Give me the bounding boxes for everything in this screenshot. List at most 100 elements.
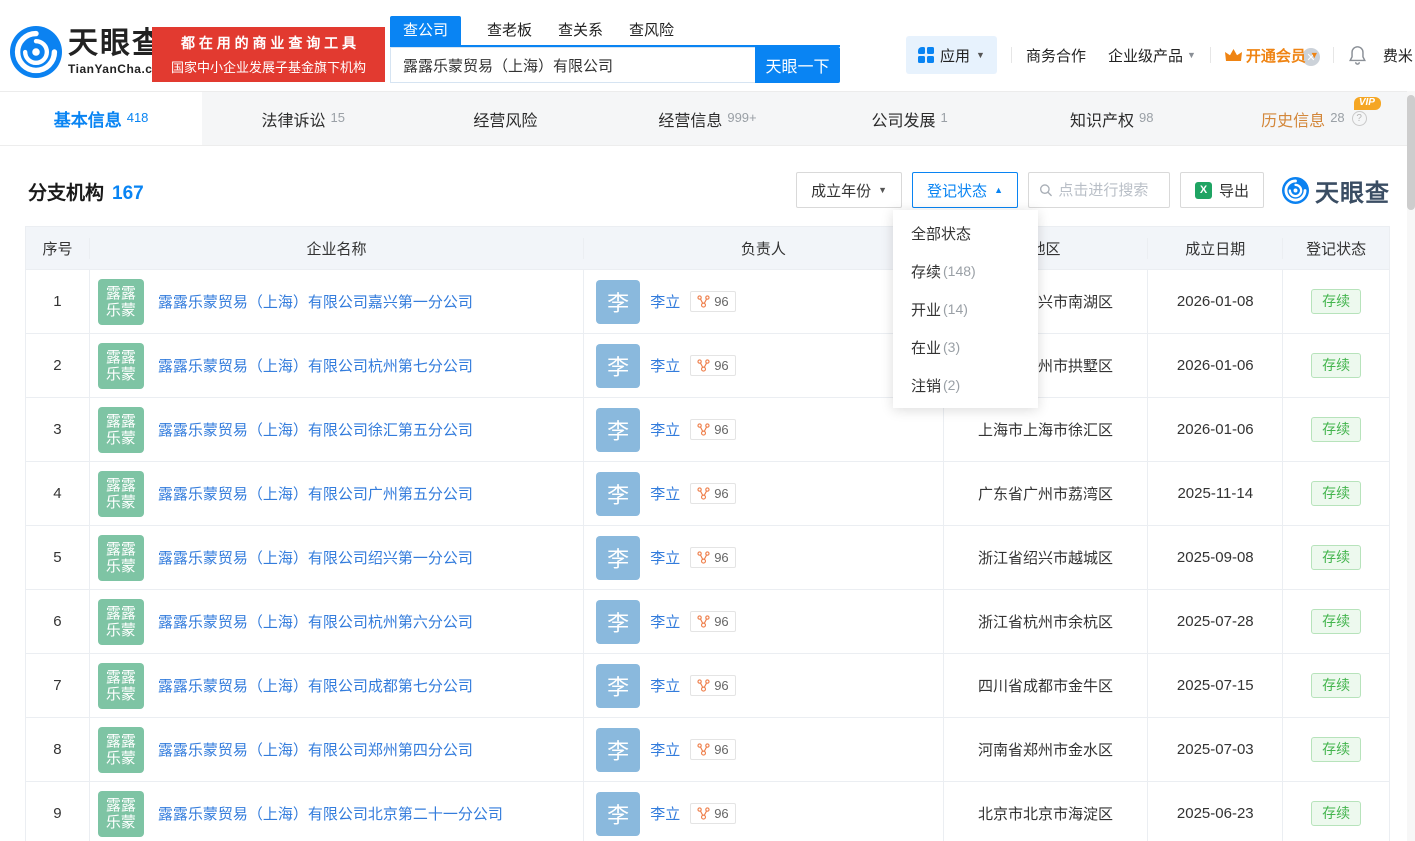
company-avatar[interactable]: 露露乐蒙 [97,726,144,773]
company-avatar[interactable]: 露露乐蒙 [97,342,144,389]
dropdown-item-count: (3) [943,339,961,355]
person-cell: 李 李立 96 [583,654,942,717]
company-avatar[interactable]: 露露乐蒙 [97,406,144,453]
year-filter-button[interactable]: 成立年份 ▼ [796,172,903,208]
company-cell: 露露乐蒙 露露乐蒙贸易（上海）有限公司郑州第四分公司 [88,718,583,781]
search-tab-risk[interactable]: 查风险 [629,16,674,45]
company-tabbar: 基本信息 418 法律诉讼 15 经营风险 经营信息 999+ 公司发展 1 知… [0,91,1415,146]
relationship-graph-chip[interactable]: 96 [690,675,736,696]
status-cell: 存续 [1282,462,1389,525]
table-search-box[interactable] [1027,172,1170,208]
dropdown-item-cancelled[interactable]: 注销 (2) [893,366,1038,404]
dropdown-item-open[interactable]: 开业 (14) [893,290,1038,328]
company-avatar[interactable]: 露露乐蒙 [97,534,144,581]
dropdown-item-inbusiness[interactable]: 在业 (3) [893,328,1038,366]
relationship-graph-chip[interactable]: 96 [690,355,736,376]
person-cell: 李 李立 96 [583,718,942,781]
search-tab-company[interactable]: 查公司 [390,16,462,45]
person-name-link[interactable]: 李立 [650,291,680,312]
company-name-link[interactable]: 露露乐蒙贸易（上海）有限公司嘉兴第一分公司 [158,291,473,312]
person-name-link[interactable]: 李立 [650,483,680,504]
relationship-graph-chip[interactable]: 96 [690,291,736,312]
nav-cooperation[interactable]: 商务合作 [1026,45,1086,66]
tab-history-info[interactable]: VIP 历史信息 28 ? [1213,92,1415,145]
company-avatar[interactable]: 露露乐蒙 [97,470,144,517]
person-name-link[interactable]: 李立 [650,355,680,376]
person-name-link[interactable]: 李立 [650,611,680,632]
person-avatar[interactable]: 李 [596,343,641,388]
relationship-graph-chip[interactable]: 96 [690,739,736,760]
company-name-link[interactable]: 露露乐蒙贸易（上海）有限公司成都第七分公司 [158,675,473,696]
tab-operation-risk[interactable]: 经营风险 [404,92,606,145]
dropdown-item-all[interactable]: 全部状态 [893,214,1038,252]
person-cell: 李 李立 96 [583,270,942,333]
company-avatar-text: 露露乐蒙 [105,540,136,575]
status-filter-button[interactable]: 登记状态 ▲ [912,172,1018,208]
help-icon[interactable]: ? [1351,111,1367,126]
company-name-link[interactable]: 露露乐蒙贸易（上海）有限公司北京第二十一分公司 [158,803,503,824]
person-cell: 李 李立 96 [583,590,942,653]
person-name-link[interactable]: 李立 [650,739,680,760]
search-submit-button[interactable]: 天眼一下 [755,47,840,83]
tab-legal[interactable]: 法律诉讼 15 [202,92,404,145]
person-avatar[interactable]: 李 [596,279,641,324]
person-avatar[interactable]: 李 [596,535,641,580]
person-avatar[interactable]: 李 [596,663,641,708]
company-name-link[interactable]: 露露乐蒙贸易（上海）有限公司广州第五分公司 [158,483,473,504]
person-avatar[interactable]: 李 [596,599,641,644]
company-avatar-text: 露露乐蒙 [105,348,136,383]
person-avatar[interactable]: 李 [596,407,641,452]
apps-menu[interactable]: 应用 ▼ [906,36,997,74]
crown-icon [1224,48,1242,61]
company-cell: 露露乐蒙 露露乐蒙贸易（上海）有限公司成都第七分公司 [88,654,583,717]
person-avatar[interactable]: 李 [596,727,641,772]
table-search-input[interactable] [1058,181,1159,199]
person-name-link[interactable]: 李立 [650,675,680,696]
company-name-link[interactable]: 露露乐蒙贸易（上海）有限公司绍兴第一分公司 [158,547,473,568]
company-name-link[interactable]: 露露乐蒙贸易（上海）有限公司郑州第四分公司 [158,739,473,760]
company-avatar[interactable]: 露露乐蒙 [97,598,144,645]
column-header-person: 负责人 [583,237,942,259]
relationship-graph-chip[interactable]: 96 [690,419,736,440]
dropdown-item-existing[interactable]: 存续 (148) [893,252,1038,290]
tab-basic-info[interactable]: 基本信息 418 [0,92,203,145]
tab-label: 法律诉讼 [261,112,326,130]
company-search-input[interactable] [390,47,755,83]
company-name-link[interactable]: 露露乐蒙贸易（上海）有限公司徐汇第五分公司 [158,419,473,440]
graph-icon [697,615,710,628]
nav-vip-label: 开通会员 [1245,47,1306,65]
tab-intellectual-property[interactable]: 知识产权 98 [1011,92,1213,145]
relationship-graph-chip[interactable]: 96 [690,483,736,504]
relationship-graph-chip[interactable]: 96 [690,547,736,568]
company-name-link[interactable]: 露露乐蒙贸易（上海）有限公司杭州第六分公司 [158,611,473,632]
search-tab-boss[interactable]: 查老板 [487,16,532,45]
scrollbar-thumb[interactable] [1407,95,1415,210]
company-avatar[interactable]: 露露乐蒙 [97,790,144,837]
person-name-link[interactable]: 李立 [650,547,680,568]
status-cell: 存续 [1282,270,1389,333]
nav-open-vip[interactable]: 开通会员 ▼ [1224,45,1319,66]
company-avatar[interactable]: 露露乐蒙 [97,662,144,709]
tab-company-development[interactable]: 公司发展 1 [809,92,1011,145]
export-button[interactable]: X 导出 [1179,172,1264,208]
person-avatar[interactable]: 李 [596,471,641,516]
person-name-link[interactable]: 李立 [650,803,680,824]
nav-enterprise-products[interactable]: 企业级产品 ▼ [1108,45,1196,66]
tianyancha-logo[interactable]: 天眼查 TianYanCha.com [10,26,171,78]
tab-operation-info[interactable]: 经营信息 999+ [606,92,808,145]
person-name-link[interactable]: 李立 [650,419,680,440]
graph-icon [697,359,710,372]
relationship-graph-chip[interactable]: 96 [690,803,736,824]
relationship-graph-chip[interactable]: 96 [690,611,736,632]
bell-icon[interactable] [1348,45,1367,65]
nav-divider [1209,47,1211,63]
company-name-link[interactable]: 露露乐蒙贸易（上海）有限公司杭州第七分公司 [158,355,473,376]
dropdown-item-count: (148) [943,263,976,279]
chevron-down-icon: ▼ [976,50,985,60]
person-avatar[interactable]: 李 [596,791,641,836]
nav-user-menu[interactable]: 费米 ▼ [1383,45,1415,66]
table-row: 3 露露乐蒙 露露乐蒙贸易（上海）有限公司徐汇第五分公司 李 李立 96 上海市… [26,397,1389,461]
search-tab-relation[interactable]: 查关系 [558,16,603,45]
row-number: 9 [53,805,62,822]
company-avatar[interactable]: 露露乐蒙 [97,278,144,325]
